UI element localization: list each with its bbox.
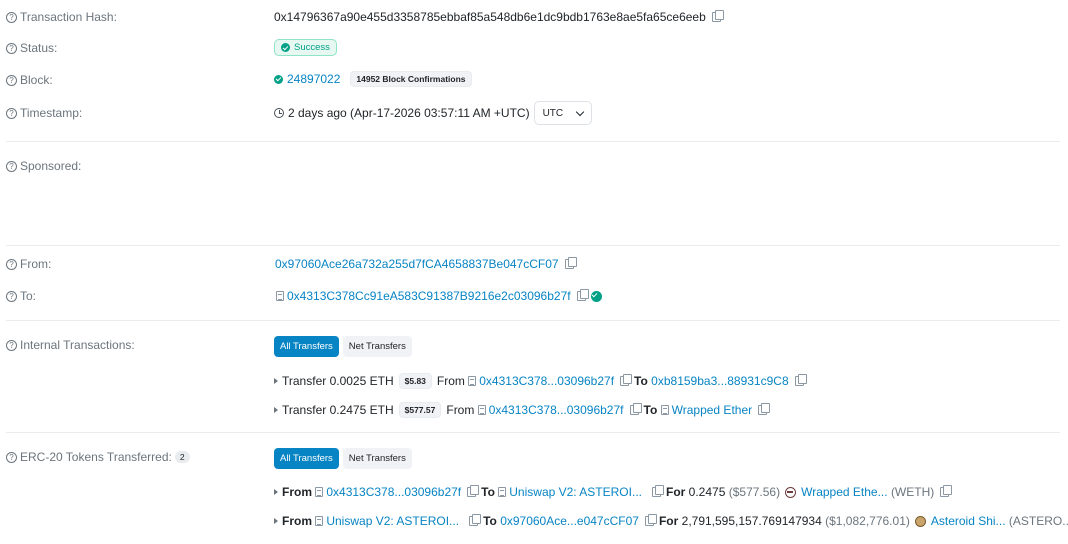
- help-icon[interactable]: ?: [6, 258, 17, 270]
- contract-icon: [315, 516, 324, 526]
- to-address-link[interactable]: Wrapped Ether: [672, 403, 753, 417]
- tx-hash-value-wrap: 0x14796367a90e455d3358785ebbaf85a548db6e…: [274, 10, 724, 24]
- contract-icon: [477, 405, 486, 415]
- to-address-link[interactable]: 0xb8159ba3...88931c9C8: [651, 374, 788, 388]
- divider: [6, 245, 1060, 246]
- usd-badge: $5.83: [398, 373, 432, 389]
- sponsored-label: ? Sponsored:: [6, 159, 81, 173]
- from-label: ? From:: [6, 257, 51, 271]
- copy-icon[interactable]: [629, 403, 642, 415]
- contract-icon: [660, 405, 669, 415]
- tab-net-transfers[interactable]: Net Transfers: [342, 448, 412, 469]
- internal-tx-label: ? Internal Transactions:: [6, 338, 135, 352]
- check-circle-icon: [274, 74, 283, 84]
- caret-right-icon[interactable]: [274, 407, 278, 413]
- divider: [6, 320, 1060, 321]
- timestamp-value: 2 days ago (Apr-17-2026 03:57:11 AM +UTC…: [288, 106, 530, 120]
- tx-hash-label: ? Transaction Hash:: [6, 10, 117, 24]
- count-badge: 2: [174, 451, 190, 463]
- help-icon[interactable]: ?: [6, 11, 17, 23]
- from-address-link[interactable]: 0x4313C378...03096b27f: [326, 485, 461, 499]
- help-icon[interactable]: ?: [6, 107, 17, 119]
- to-address-link[interactable]: 0x97060Ace...e047cCF07: [500, 514, 639, 528]
- tab-all-transfers[interactable]: All Transfers: [274, 336, 339, 357]
- chevron-down-icon: [575, 107, 585, 116]
- divider: [6, 432, 1060, 433]
- to-label: ? To:: [6, 289, 36, 303]
- caret-right-icon[interactable]: [274, 378, 278, 384]
- contract-icon: [468, 376, 477, 386]
- copy-icon[interactable]: [794, 374, 807, 386]
- status-label: ? Status:: [6, 41, 57, 55]
- block-label: ? Block:: [6, 73, 53, 87]
- asteroid-icon: [914, 515, 926, 527]
- caret-right-icon[interactable]: [274, 489, 278, 495]
- timezone-select[interactable]: UTC: [533, 101, 593, 125]
- token-link[interactable]: Asteroid Shi...: [931, 514, 1006, 528]
- token-link[interactable]: Wrapped Ethe...: [801, 485, 888, 499]
- to-address-link[interactable]: 0x4313C378Cc91eA583C91387B9216e2c03096b2…: [287, 289, 571, 303]
- timestamp-label: ? Timestamp:: [6, 106, 82, 120]
- caret-right-icon[interactable]: [274, 518, 278, 524]
- contract-icon: [498, 487, 507, 497]
- tx-hash-value: 0x14796367a90e455d3358785ebbaf85a548db6e…: [274, 10, 706, 24]
- contract-icon: [315, 487, 324, 497]
- copy-icon[interactable]: [651, 485, 664, 497]
- to-address-link[interactable]: Uniswap V2: ASTEROI...: [509, 485, 642, 499]
- tab-all-transfers[interactable]: All Transfers: [274, 448, 339, 469]
- tab-net-transfers[interactable]: Net Transfers: [342, 336, 412, 357]
- check-circle-icon: [281, 43, 290, 52]
- verified-check-icon: [590, 290, 602, 302]
- usd-badge: $577.57: [398, 402, 442, 418]
- help-icon[interactable]: ?: [6, 339, 17, 351]
- weth-icon: [785, 486, 797, 498]
- copy-icon[interactable]: [758, 403, 771, 415]
- copy-icon[interactable]: [469, 514, 482, 526]
- copy-icon[interactable]: [940, 485, 953, 497]
- help-icon[interactable]: ?: [6, 290, 17, 302]
- status-badge: Success: [274, 39, 337, 56]
- from-address-link[interactable]: 0x97060Ace26a732a255d7fCA4658837Be047cCF…: [275, 257, 559, 271]
- help-icon[interactable]: ?: [6, 451, 17, 463]
- copy-icon[interactable]: [711, 10, 724, 22]
- erc20-label: ? ERC-20 Tokens Transferred: 2: [6, 450, 190, 464]
- confirmations-badge: 14952 Block Confirmations: [350, 71, 472, 87]
- help-icon[interactable]: ?: [6, 42, 17, 54]
- copy-icon[interactable]: [620, 374, 633, 386]
- from-address-link[interactable]: Uniswap V2: ASTEROI...: [326, 514, 459, 528]
- copy-icon[interactable]: [564, 257, 577, 269]
- copy-icon[interactable]: [576, 289, 589, 301]
- from-address-link[interactable]: 0x4313C378...03096b27f: [489, 403, 624, 417]
- divider: [6, 141, 1060, 142]
- help-icon[interactable]: ?: [6, 74, 17, 86]
- clock-icon: [274, 108, 284, 118]
- copy-icon[interactable]: [644, 514, 657, 526]
- contract-icon: [276, 291, 284, 301]
- copy-icon[interactable]: [467, 485, 480, 497]
- from-address-link[interactable]: 0x4313C378...03096b27f: [479, 374, 614, 388]
- help-icon[interactable]: ?: [6, 160, 17, 172]
- block-number-link[interactable]: 24897022: [287, 72, 340, 86]
